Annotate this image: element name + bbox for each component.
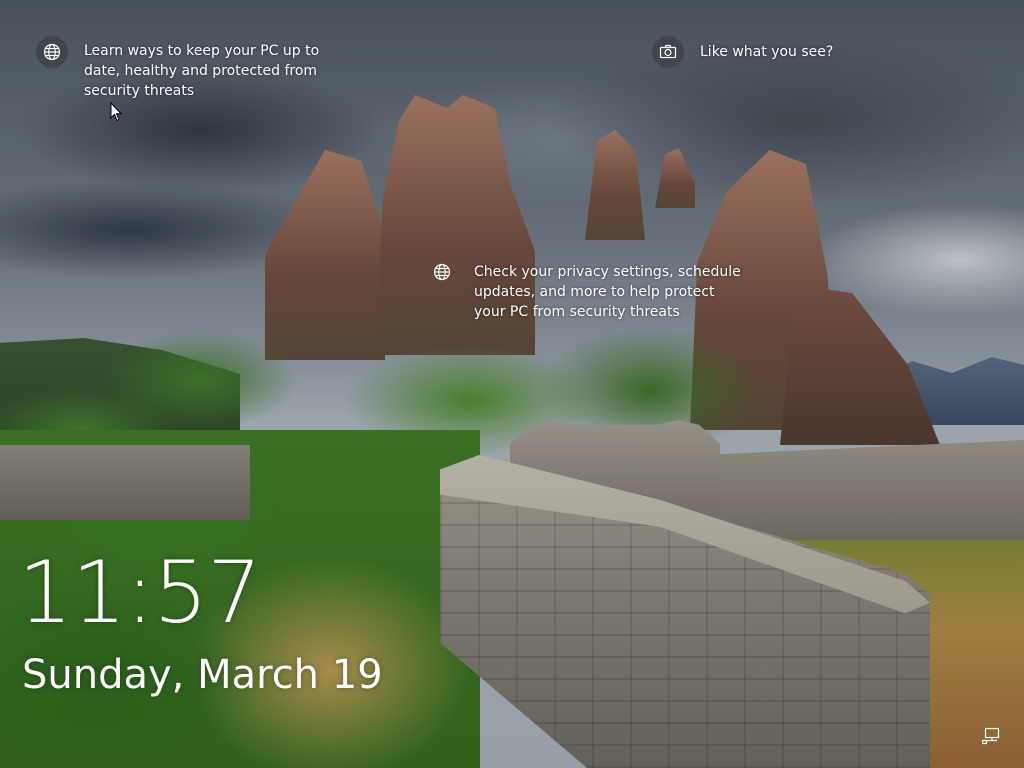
mouse-cursor <box>110 101 123 122</box>
spotlight-like-prompt[interactable]: Like what you see? <box>652 36 833 68</box>
spotlight-tip-privacy[interactable]: Check your privacy settings, schedule up… <box>432 262 749 322</box>
globe-icon[interactable] <box>432 262 452 282</box>
tip-text[interactable]: Check your privacy settings, schedule up… <box>474 262 749 322</box>
lock-screen-time: 11:57 <box>18 543 262 643</box>
network-icon[interactable] <box>981 727 1002 745</box>
spotlight-tip-update[interactable]: Learn ways to keep your PC up to date, h… <box>36 36 354 101</box>
tip-text[interactable]: Learn ways to keep your PC up to date, h… <box>84 41 354 101</box>
tip-text[interactable]: Like what you see? <box>700 42 833 62</box>
globe-icon[interactable] <box>36 36 68 68</box>
camera-icon[interactable] <box>652 36 684 68</box>
lock-screen-date: Sunday, March 19 <box>22 652 383 698</box>
